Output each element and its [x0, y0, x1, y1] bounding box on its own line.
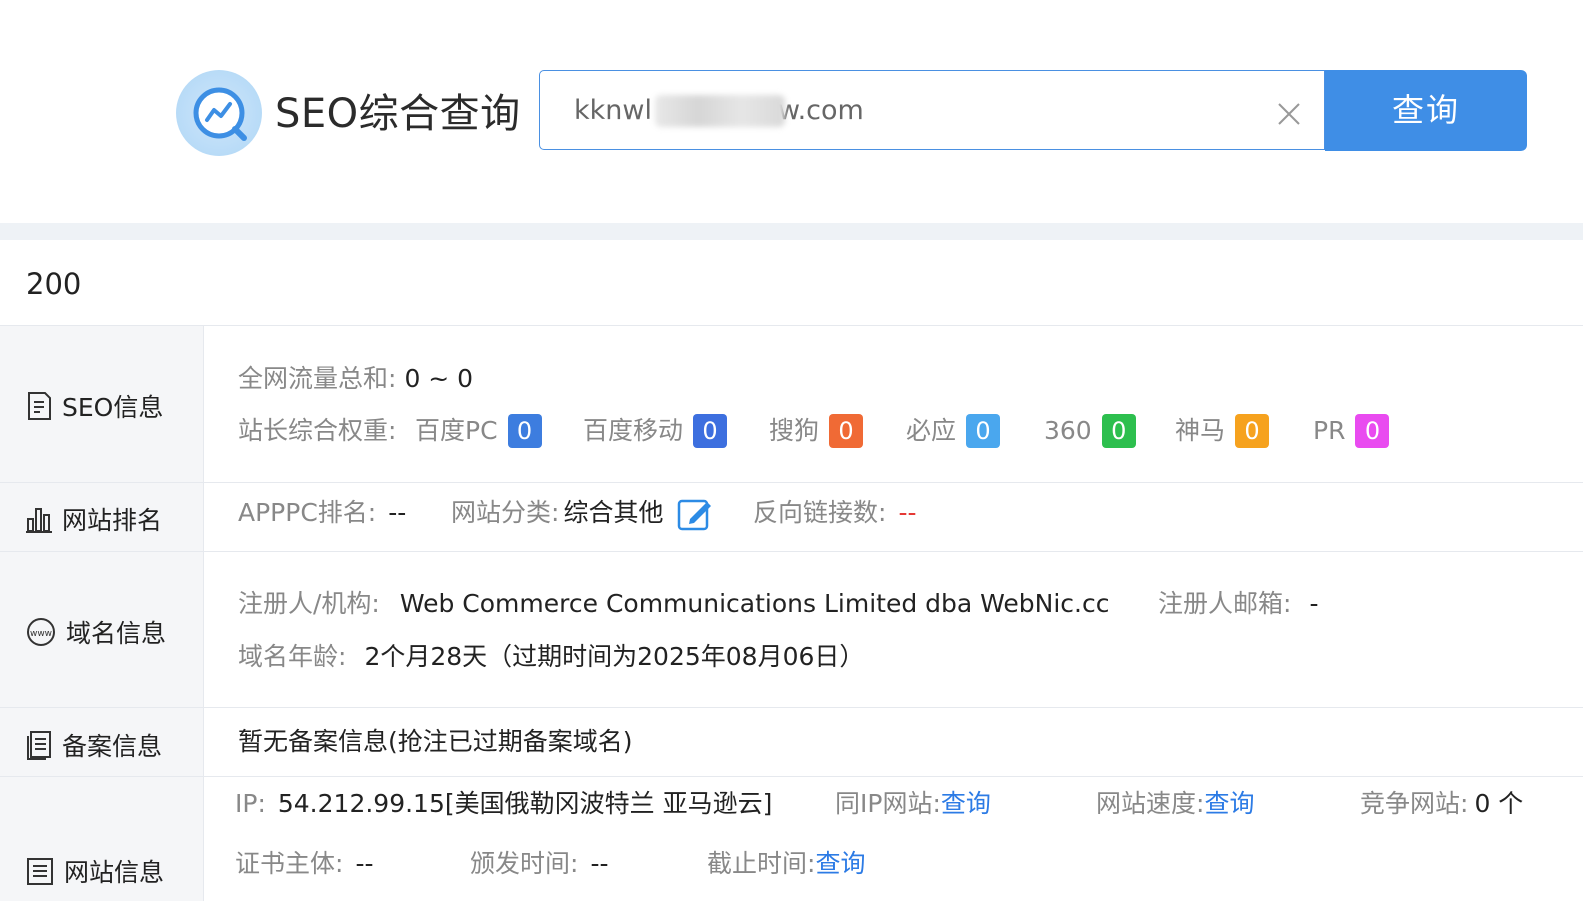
row-divider — [0, 482, 1583, 483]
row-divider — [0, 551, 1583, 552]
weight-item: 360 0 — [1044, 414, 1136, 448]
expire-label: 截止时间: — [707, 849, 816, 878]
weight-name: 必应 — [906, 416, 957, 445]
weight-name: PR — [1313, 416, 1346, 445]
speed-query-link[interactable]: 查询 — [1204, 789, 1254, 818]
weight-label: 站长综合权重: — [238, 416, 397, 445]
expire-row: 截止时间:查询 — [707, 847, 865, 881]
weight-name: 百度移动 — [583, 416, 684, 445]
search-box[interactable]: kknwl w.com — [539, 70, 1325, 150]
cert-label: 证书主体: — [235, 849, 344, 878]
registrant-row: 注册人/机构: Web Commerce Communications Limit… — [238, 587, 1109, 621]
weight-item: PR 0 — [1313, 414, 1390, 448]
speed-row: 网站速度:查询 — [1096, 787, 1254, 821]
ip-value: 54.212.99.15[美国俄勒冈波特兰 亚马逊云] — [277, 789, 773, 818]
weight-name: 百度PC — [415, 416, 498, 445]
row-divider — [0, 707, 1583, 708]
section-label-domain: www 域名信息 — [26, 614, 166, 650]
same-ip-query-link[interactable]: 查询 — [941, 789, 991, 818]
cert-value: -- — [355, 849, 374, 878]
traffic-row: 全网流量总和: 0 ~ 0 — [238, 362, 473, 396]
list-document-icon — [27, 858, 53, 885]
row-divider — [0, 776, 1583, 777]
age-label: 域名年龄: — [238, 642, 347, 671]
backlinks-value: -- — [898, 498, 917, 527]
edit-icon[interactable] — [677, 497, 713, 531]
registrant-label: 注册人/机构: — [238, 589, 380, 618]
traffic-value: 0 ~ 0 — [404, 364, 474, 393]
same-ip-row: 同IP网站:查询 — [835, 787, 991, 821]
weight-badge[interactable]: 0 — [1235, 414, 1270, 448]
apppc-rank: APPPC排名: -- — [238, 496, 406, 530]
section-label-icp: 备案信息 — [26, 727, 162, 763]
status-code: 200 — [26, 267, 82, 301]
speed-label: 网站速度: — [1096, 789, 1205, 818]
bar-chart-icon — [26, 508, 52, 533]
email-label: 注册人邮箱: — [1158, 589, 1292, 618]
weight-name: 神马 — [1175, 416, 1226, 445]
apppc-label: APPPC排名: — [238, 498, 377, 527]
weight-badge[interactable]: 0 — [507, 414, 542, 448]
site-category: 网站分类: 综合其他 — [451, 496, 713, 531]
weight-badge[interactable]: 0 — [829, 414, 864, 448]
apppc-value: -- — [388, 498, 407, 527]
weight-item: 神马 0 — [1175, 414, 1270, 448]
issue-label: 颁发时间: — [470, 849, 579, 878]
weight-item: 百度移动 0 — [583, 414, 728, 448]
section-label-seo: SEO信息 — [26, 388, 163, 424]
section-label-text: 备案信息 — [62, 732, 163, 761]
issue-value: -- — [590, 849, 609, 878]
section-label-text: 域名信息 — [66, 619, 167, 648]
competitor-row: 竞争网站: 0 个 — [1360, 787, 1523, 821]
backlinks-label: 反向链接数: — [753, 498, 887, 527]
svg-text:www: www — [30, 629, 52, 639]
cert-row: 证书主体: -- — [235, 847, 373, 881]
traffic-label: 全网流量总和: — [238, 364, 397, 393]
filing-document-icon — [27, 731, 51, 760]
weight-name: 搜狗 — [769, 416, 820, 445]
weight-badge[interactable]: 0 — [693, 414, 728, 448]
section-label-text: 网站信息 — [64, 858, 165, 887]
ip-row: IP: 54.212.99.15[美国俄勒冈波特兰 亚马逊云] — [235, 787, 772, 821]
age-value: 2个月28天（过期时间为2025年08月06日） — [364, 642, 865, 671]
expire-query-link[interactable]: 查询 — [815, 849, 865, 878]
search-value-tail: w.com — [777, 95, 864, 126]
domain-age-row: 域名年龄: 2个月28天（过期时间为2025年08月06日） — [238, 640, 864, 674]
competitor-value: 0 个 — [1474, 789, 1524, 818]
issue-row: 颁发时间: -- — [470, 847, 608, 881]
section-label-ranking: 网站排名 — [26, 501, 162, 537]
email-row: 注册人邮箱: - — [1158, 587, 1318, 621]
weight-item: 必应 0 — [906, 414, 1001, 448]
seo-logo-icon — [176, 70, 262, 156]
email-value: - — [1309, 589, 1319, 618]
weight-name: 360 — [1044, 416, 1092, 445]
www-globe-icon: www — [27, 618, 55, 646]
ip-label: IP: — [235, 789, 266, 818]
registrant-value: Web Commerce Communications Limited dba … — [399, 589, 1110, 618]
document-icon — [28, 392, 51, 420]
section-label-site: 网站信息 — [26, 853, 164, 889]
close-icon[interactable] — [1276, 101, 1302, 127]
icp-value: 暂无备案信息(抢注已过期备案域名) — [238, 727, 633, 756]
section-label-text: 网站排名 — [62, 506, 163, 535]
category-value: 综合其他 — [563, 498, 664, 527]
section-divider — [0, 223, 1583, 240]
redacted-text-mask — [655, 95, 785, 127]
search-button[interactable]: 查询 — [1325, 70, 1527, 151]
weight-badge[interactable]: 0 — [1355, 414, 1390, 448]
backlinks: 反向链接数: -- — [753, 496, 916, 530]
weight-badge[interactable]: 0 — [1101, 414, 1136, 448]
competitor-label: 竞争网站: — [1360, 789, 1469, 818]
same-ip-label: 同IP网站: — [835, 789, 941, 818]
page-title: SEO综合查询 — [275, 91, 521, 137]
section-label-text: SEO信息 — [62, 393, 164, 422]
divider — [0, 325, 1583, 326]
weight-badge[interactable]: 0 — [966, 414, 1001, 448]
category-label: 网站分类: — [451, 498, 560, 527]
weight-item: 百度PC 0 — [415, 414, 542, 448]
weight-item: 搜狗 0 — [769, 414, 864, 448]
header: SEO综合查询 kknwl w.com 查询 — [0, 0, 1583, 223]
search-value-head: kknwl — [574, 95, 652, 126]
